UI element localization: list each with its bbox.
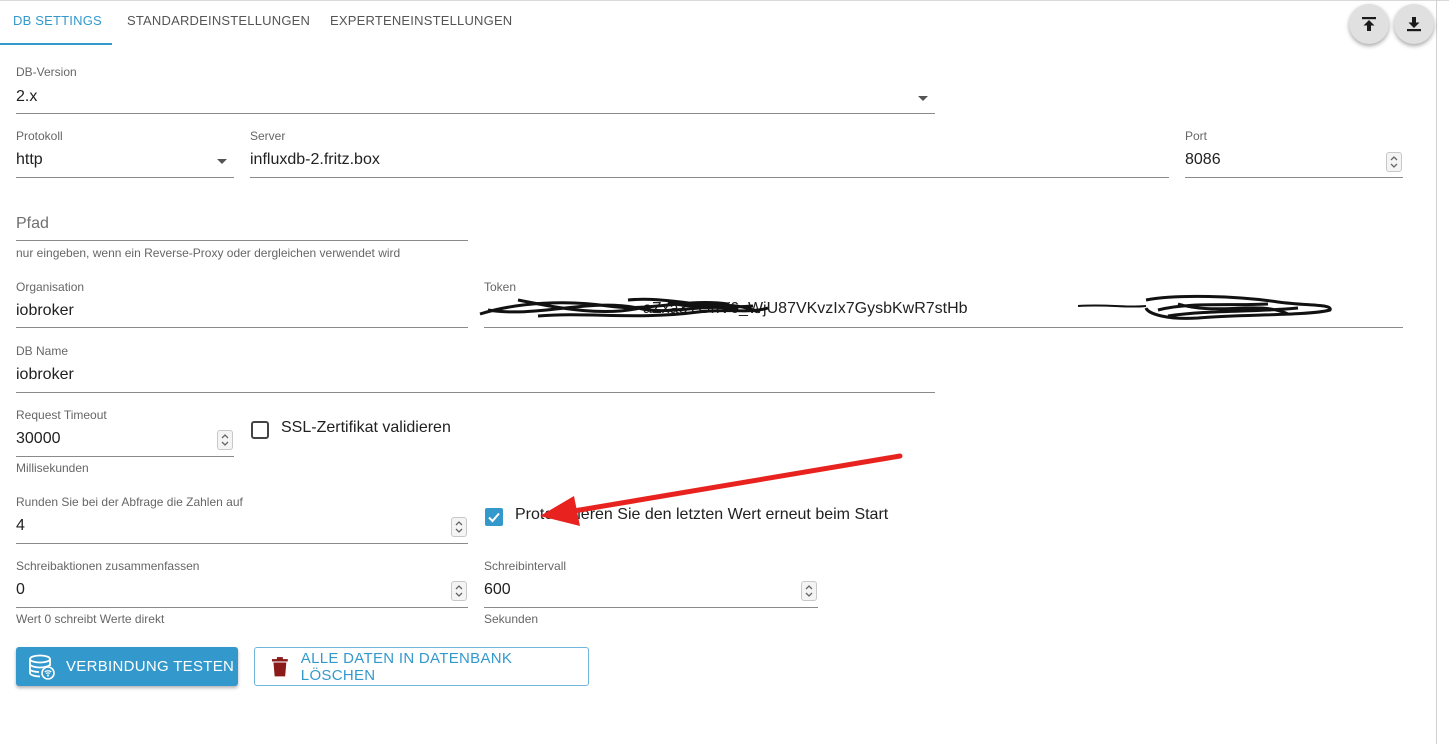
right-border [1436,0,1437,744]
download-icon [1407,17,1421,32]
upload-settings-button[interactable] [1349,4,1389,44]
test-connection-button[interactable]: VERBINDUNG TESTEN [16,647,238,686]
download-settings-button[interactable] [1394,4,1434,44]
write-batch-stepper[interactable] [451,581,467,601]
delete-all-data-button[interactable]: ALLE DATEN IN DATENBANK LÖSCHEN [254,647,589,686]
protocol-label: Protokoll [16,129,63,143]
write-interval-label: Schreibintervall [484,559,567,573]
db-version-label: DB-Version [16,65,77,79]
server-value: influxdb-2.fritz.box [250,151,380,168]
test-connection-label: VERBINDUNG TESTEN [66,658,235,675]
ssl-validate-label: SSL-Zertifikat validieren [281,419,451,436]
organisation-input[interactable] [16,300,468,328]
round-value: 4 [16,517,25,534]
write-batch-input[interactable] [16,579,468,608]
organisation-label: Organisation [16,280,85,294]
path-helper-text: nur eingeben, wenn ein Reverse-Proxy ode… [16,246,401,260]
trash-icon [271,656,288,676]
write-interval-stepper[interactable] [801,581,817,601]
request-timeout-value: 30000 [16,430,61,447]
write-interval-input[interactable] [484,579,818,608]
round-label: Runden Sie bei der Abfrage die Zahlen au… [16,495,243,509]
write-batch-value: 0 [16,581,25,598]
active-tab-indicator [0,43,112,45]
path-placeholder: Pfad [16,215,49,232]
round-stepper[interactable] [451,517,467,537]
protocol-value: http [16,151,43,168]
db-name-label: DB Name [16,344,69,358]
organisation-value: iobroker [16,302,74,319]
write-interval-helper: Sekunden [484,612,539,626]
tab-db-settings[interactable]: DB SETTINGS [13,13,102,28]
server-input[interactable] [250,150,1169,178]
delete-all-data-label: ALLE DATEN IN DATENBANK LÖSCHEN [300,649,513,684]
upload-icon [1362,17,1376,31]
db-version-value: 2.x [16,88,38,105]
tab-standardeinstellungen[interactable]: STANDARDEINSTELLUNGEN [127,13,310,28]
annotation-arrow [540,453,903,526]
request-timeout-stepper[interactable] [217,430,233,450]
ssl-validate-checkbox[interactable] [251,421,269,439]
request-timeout-helper: Millisekunden [16,461,89,475]
tab-experteneinstellungen[interactable]: EXPERTENEINSTELLUNGEN [330,13,512,28]
redaction-scribble [479,294,1332,320]
database-wifi-icon [29,654,55,680]
write-batch-helper: Wert 0 schreibt Werte direkt [16,612,165,626]
top-border [0,0,1449,1]
chevron-down-icon [217,159,227,164]
db-name-input[interactable] [16,364,935,393]
chevron-down-icon [918,96,928,101]
port-label: Port [1185,129,1208,143]
log-last-value-checkbox[interactable] [485,508,503,526]
port-value: 8086 [1185,151,1221,168]
path-input[interactable] [16,212,468,241]
port-stepper[interactable] [1386,152,1402,172]
write-interval-value: 600 [484,581,511,598]
request-timeout-label: Request Timeout [16,408,107,422]
round-input[interactable] [16,515,468,544]
db-name-value: iobroker [16,366,74,383]
write-batch-label: Schreibaktionen zusammenfassen [16,559,200,573]
server-label: Server [250,129,286,143]
protocol-select[interactable] [16,150,234,178]
db-version-select[interactable] [16,86,935,114]
